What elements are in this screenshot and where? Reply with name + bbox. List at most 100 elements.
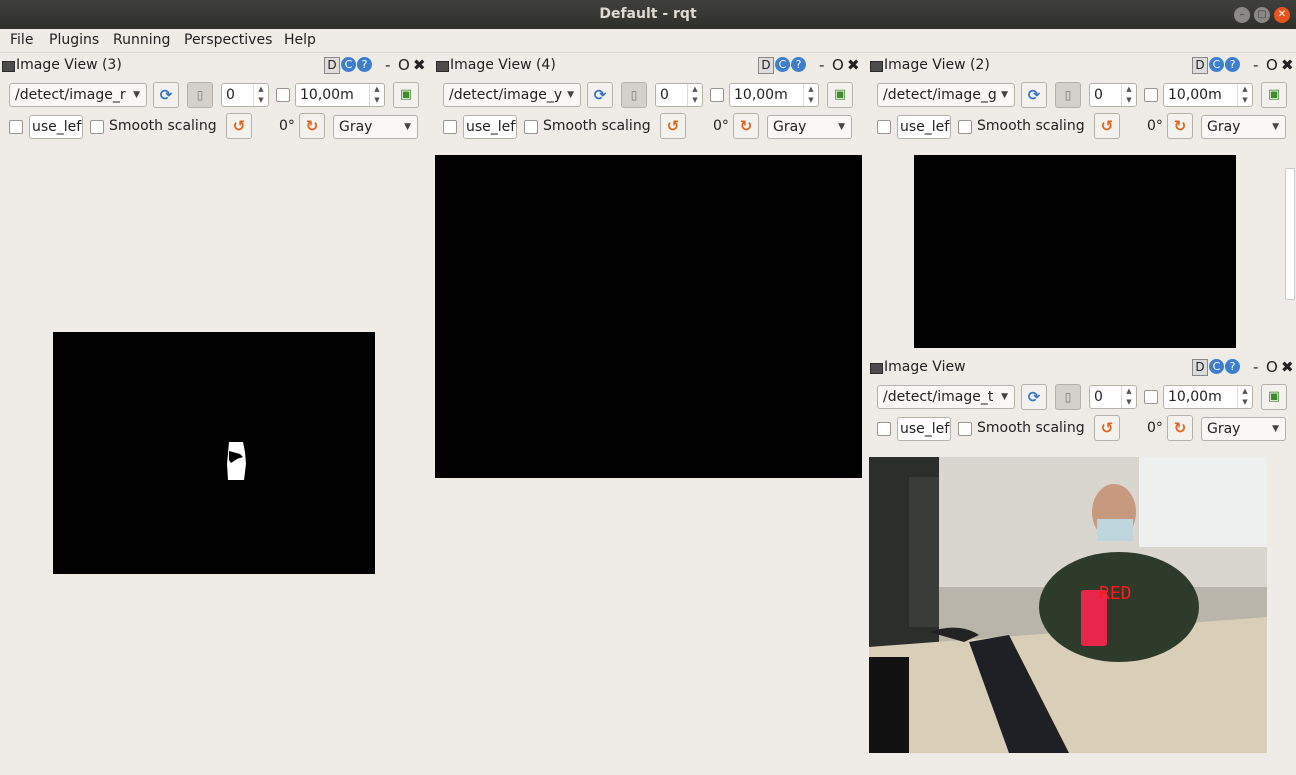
rotate-left-button[interactable]: ↺ (660, 113, 686, 139)
menu-file[interactable]: File (10, 32, 33, 48)
smooth-scaling-checkbox[interactable] (958, 422, 972, 436)
zoom-button[interactable]: ▯ (187, 82, 213, 108)
rotate-right-button[interactable]: ↻ (299, 113, 325, 139)
refresh-topics-button[interactable]: ⟳ (587, 82, 613, 108)
refresh-topics-button[interactable]: ⟳ (1021, 82, 1047, 108)
minimize-window-button[interactable]: – (1234, 7, 1250, 23)
smooth-scaling-checkbox[interactable] (524, 120, 538, 134)
rotate-right-button[interactable]: ↻ (1167, 415, 1193, 441)
reload-icon[interactable]: C (341, 57, 356, 72)
minimize-panel-button[interactable]: - (1253, 56, 1258, 74)
topic-combo[interactable]: /detect/image_y ▼ (443, 83, 581, 107)
spin-arrows-icon[interactable]: ▲ ▼ (253, 84, 268, 106)
color-scheme-combo[interactable]: Gray ▼ (767, 115, 852, 139)
minimize-panel-button[interactable]: - (385, 56, 390, 74)
float-panel-button[interactable]: O (832, 56, 844, 74)
spin-arrows-icon[interactable]: ▲ ▼ (1237, 386, 1252, 408)
zoom-button[interactable]: ▯ (1055, 384, 1081, 410)
menu-help[interactable]: Help (284, 32, 316, 48)
mouse-topic-field[interactable]: use_left (29, 115, 83, 139)
menu-plugins[interactable]: Plugins (49, 32, 99, 48)
spin-arrows-icon[interactable]: ▲ ▼ (369, 84, 384, 106)
mouse-publish-checkbox[interactable] (877, 422, 891, 436)
color-scheme-combo[interactable]: Gray ▼ (1201, 417, 1286, 441)
topic-combo[interactable]: /detect/image_r ▼ (9, 83, 147, 107)
dynamic-range-checkbox[interactable] (276, 88, 290, 102)
rate-spinbox[interactable]: 10,00m ▲ ▼ (1163, 385, 1253, 409)
dock-grip-icon[interactable] (436, 61, 449, 72)
refresh-topics-button[interactable]: ⟳ (1021, 384, 1047, 410)
help-icon[interactable]: ? (791, 57, 806, 72)
dock-grip-icon[interactable] (870, 61, 883, 72)
save-image-button[interactable]: ▣ (1261, 82, 1287, 108)
menu-running[interactable]: Running (113, 32, 170, 48)
close-panel-button[interactable]: ✖ (847, 56, 860, 74)
minimize-panel-button[interactable]: - (1253, 358, 1258, 376)
float-panel-button[interactable]: O (398, 56, 410, 74)
dynamic-range-checkbox[interactable] (710, 88, 724, 102)
reload-icon[interactable]: C (775, 57, 790, 72)
zoom-button[interactable]: ▯ (621, 82, 647, 108)
help-icon[interactable]: ? (1225, 57, 1240, 72)
image-display[interactable] (914, 155, 1236, 348)
rate-spinbox[interactable]: 10,00m ▲ ▼ (729, 83, 819, 107)
mouse-topic-field[interactable]: use_left (897, 417, 951, 441)
spin-arrows-icon[interactable]: ▲ ▼ (687, 84, 702, 106)
d-icon[interactable]: D (1192, 57, 1208, 74)
image-display[interactable] (53, 332, 375, 574)
zoom-spinbox[interactable]: 0 ▲ ▼ (1089, 385, 1137, 409)
spin-arrows-icon[interactable]: ▲ ▼ (803, 84, 818, 106)
rotate-right-button[interactable]: ↻ (733, 113, 759, 139)
mouse-publish-checkbox[interactable] (443, 120, 457, 134)
save-image-button[interactable]: ▣ (393, 82, 419, 108)
topic-combo[interactable]: /detect/image_t ▼ (877, 385, 1015, 409)
mouse-publish-checkbox[interactable] (877, 120, 891, 134)
maximize-window-button[interactable]: ▢ (1254, 7, 1270, 23)
float-panel-button[interactable]: O (1266, 358, 1278, 376)
dock-grip-icon[interactable] (2, 61, 15, 72)
rotate-left-button[interactable]: ↺ (1094, 415, 1120, 441)
dynamic-range-checkbox[interactable] (1144, 88, 1158, 102)
image-display[interactable] (435, 155, 862, 478)
rate-spinbox[interactable]: 10,00m ▲ ▼ (1163, 83, 1253, 107)
spin-arrows-icon[interactable]: ▲ ▼ (1237, 84, 1252, 106)
mouse-topic-field[interactable]: use_left (897, 115, 951, 139)
reload-icon[interactable]: C (1209, 57, 1224, 72)
smooth-scaling-checkbox[interactable] (90, 120, 104, 134)
color-scheme-combo[interactable]: Gray ▼ (333, 115, 418, 139)
rate-spinbox[interactable]: 10,00m ▲ ▼ (295, 83, 385, 107)
color-scheme-combo[interactable]: Gray ▼ (1201, 115, 1286, 139)
save-image-button[interactable]: ▣ (827, 82, 853, 108)
d-icon[interactable]: D (758, 57, 774, 74)
close-panel-button[interactable]: ✖ (1281, 358, 1294, 376)
dock-grip-icon[interactable] (870, 363, 883, 374)
save-image-button[interactable]: ▣ (1261, 384, 1287, 410)
dynamic-range-checkbox[interactable] (1144, 390, 1158, 404)
zoom-spinbox[interactable]: 0 ▲ ▼ (221, 83, 269, 107)
close-window-button[interactable]: ✕ (1274, 7, 1290, 23)
mouse-topic-field[interactable]: use_left (463, 115, 517, 139)
rotate-left-button[interactable]: ↺ (1094, 113, 1120, 139)
d-icon[interactable]: D (1192, 359, 1208, 376)
close-panel-button[interactable]: ✖ (413, 56, 426, 74)
refresh-topics-button[interactable]: ⟳ (153, 82, 179, 108)
rotate-right-button[interactable]: ↻ (1167, 113, 1193, 139)
camera-image-display[interactable]: RED (869, 457, 1267, 753)
zoom-button[interactable]: ▯ (1055, 82, 1081, 108)
vertical-scrollbar[interactable] (1282, 152, 1296, 348)
reload-icon[interactable]: C (1209, 359, 1224, 374)
scrollbar-thumb[interactable] (1285, 168, 1295, 300)
help-icon[interactable]: ? (1225, 359, 1240, 374)
close-panel-button[interactable]: ✖ (1281, 56, 1294, 74)
help-icon[interactable]: ? (357, 57, 372, 72)
float-panel-button[interactable]: O (1266, 56, 1278, 74)
rotate-left-button[interactable]: ↺ (226, 113, 252, 139)
zoom-spinbox[interactable]: 0 ▲ ▼ (1089, 83, 1137, 107)
mouse-publish-checkbox[interactable] (9, 120, 23, 134)
zoom-spinbox[interactable]: 0 ▲ ▼ (655, 83, 703, 107)
spin-arrows-icon[interactable]: ▲ ▼ (1121, 386, 1136, 408)
d-icon[interactable]: D (324, 57, 340, 74)
topic-combo[interactable]: /detect/image_g ▼ (877, 83, 1015, 107)
menu-perspectives[interactable]: Perspectives (184, 32, 272, 48)
smooth-scaling-checkbox[interactable] (958, 120, 972, 134)
